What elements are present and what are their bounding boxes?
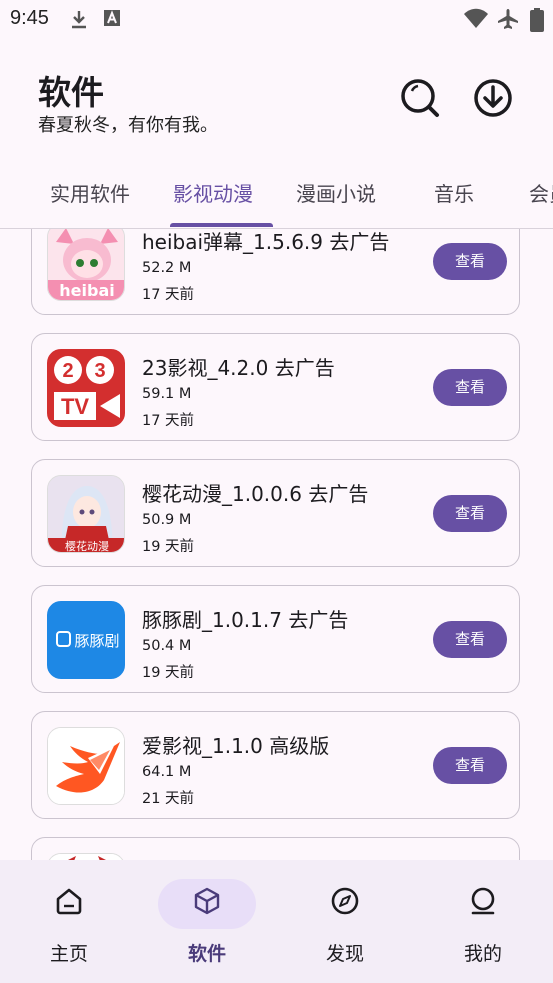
app-size: 50.9 M [142, 512, 192, 528]
app-icon-tuntunju: 豚豚剧 [47, 601, 125, 679]
app-card[interactable]: heibai heibai弹幕_1.5.6.9 去广告 52.2 M 17 天前… [31, 229, 520, 315]
app-icon-heibai: heibai [47, 229, 125, 301]
bottom-navigation: 主页 软件 发现 我的 [0, 860, 553, 983]
app-icon-text: heibai [59, 281, 115, 300]
app-size: 50.4 M [142, 638, 192, 654]
download-button[interactable] [469, 74, 517, 122]
app-icon-partial [47, 853, 125, 860]
app-updated-time: 19 天前 [142, 665, 195, 681]
box-icon [194, 887, 220, 915]
app-card[interactable]: 樱花动漫 樱花动漫_1.0.0.6 去广告 50.9 M 19 天前 查看 [31, 459, 520, 567]
app-list[interactable]: heibai heibai弹幕_1.5.6.9 去广告 52.2 M 17 天前… [0, 229, 553, 860]
nav-software[interactable]: 软件 [138, 860, 276, 983]
app-updated-time: 17 天前 [142, 287, 195, 303]
app-size: 52.2 M [142, 260, 192, 276]
active-tab-indicator [170, 223, 273, 227]
status-bar: 9:45 [0, 0, 553, 38]
nav-label: 软件 [187, 943, 226, 965]
app-size: 64.1 M [142, 764, 192, 780]
nav-mine[interactable]: 我的 [414, 860, 552, 983]
app-icon-sakura-anime: 樱花动漫 [47, 475, 125, 553]
font-a-icon [104, 10, 120, 26]
svg-text:2: 2 [62, 360, 73, 382]
tab-utility-software[interactable]: 实用软件 [50, 170, 130, 228]
nav-label: 我的 [463, 943, 502, 965]
view-button[interactable]: 查看 [433, 621, 507, 658]
app-icon-text: 豚豚剧 [74, 632, 119, 650]
status-time: 9:45 [10, 7, 49, 29]
nav-home[interactable]: 主页 [0, 860, 138, 983]
app-name: heibai弹幕_1.5.6.9 去广告 [142, 230, 390, 254]
page-title: 软件 [38, 73, 104, 112]
app-card-partial[interactable] [31, 837, 520, 860]
battery-icon [530, 8, 544, 32]
app-updated-time: 19 天前 [142, 539, 195, 555]
home-icon [56, 888, 82, 915]
compass-icon [331, 887, 359, 915]
app-updated-time: 17 天前 [142, 413, 195, 429]
app-name: 樱花动漫_1.0.0.6 去广告 [142, 482, 369, 506]
page-subtitle: 春夏秋冬，有你有我。 [38, 115, 218, 136]
category-tabs: 实用软件 影视动漫 漫画小说 音乐 会员 [0, 170, 553, 229]
app-icon-23tv: 2 3 TV [47, 349, 125, 427]
app-name: 23影视_4.2.0 去广告 [142, 356, 335, 380]
search-icon [401, 79, 439, 117]
airplane-icon [498, 9, 518, 29]
tab-music[interactable]: 音乐 [434, 170, 474, 228]
view-button[interactable]: 查看 [433, 747, 507, 784]
app-size: 59.1 M [142, 386, 192, 402]
app-name: 豚豚剧_1.0.1.7 去广告 [142, 608, 349, 632]
svg-text:TV: TV [61, 394, 89, 419]
svg-text:3: 3 [94, 360, 105, 382]
app-icon-aiyingshi [47, 727, 125, 805]
download-icon [72, 11, 86, 29]
search-button[interactable] [396, 74, 444, 122]
tab-member[interactable]: 会员 [529, 170, 553, 228]
nav-label: 发现 [325, 943, 364, 965]
tab-film-anime[interactable]: 影视动漫 [173, 170, 253, 228]
nav-label: 主页 [49, 943, 88, 965]
app-card[interactable]: 豚豚剧 豚豚剧_1.0.1.7 去广告 50.4 M 19 天前 查看 [31, 585, 520, 693]
wifi-icon [464, 8, 488, 28]
view-button[interactable]: 查看 [433, 495, 507, 532]
app-card[interactable]: 爱影视_1.1.0 高级版 64.1 M 21 天前 查看 [31, 711, 520, 819]
view-button[interactable]: 查看 [433, 243, 507, 280]
download-circle-icon [474, 79, 512, 117]
app-updated-time: 21 天前 [142, 791, 195, 807]
app-card[interactable]: 2 3 TV 23影视_4.2.0 去广告 59.1 M 17 天前 查看 [31, 333, 520, 441]
app-header: 软件 春夏秋冬，有你有我。 [0, 38, 553, 158]
person-icon [471, 887, 495, 915]
view-button[interactable]: 查看 [433, 369, 507, 406]
app-icon-text: 樱花动漫 [65, 540, 109, 553]
app-name: 爱影视_1.1.0 高级版 [142, 734, 330, 758]
nav-discover[interactable]: 发现 [276, 860, 414, 983]
tab-comic-novel[interactable]: 漫画小说 [296, 170, 376, 228]
